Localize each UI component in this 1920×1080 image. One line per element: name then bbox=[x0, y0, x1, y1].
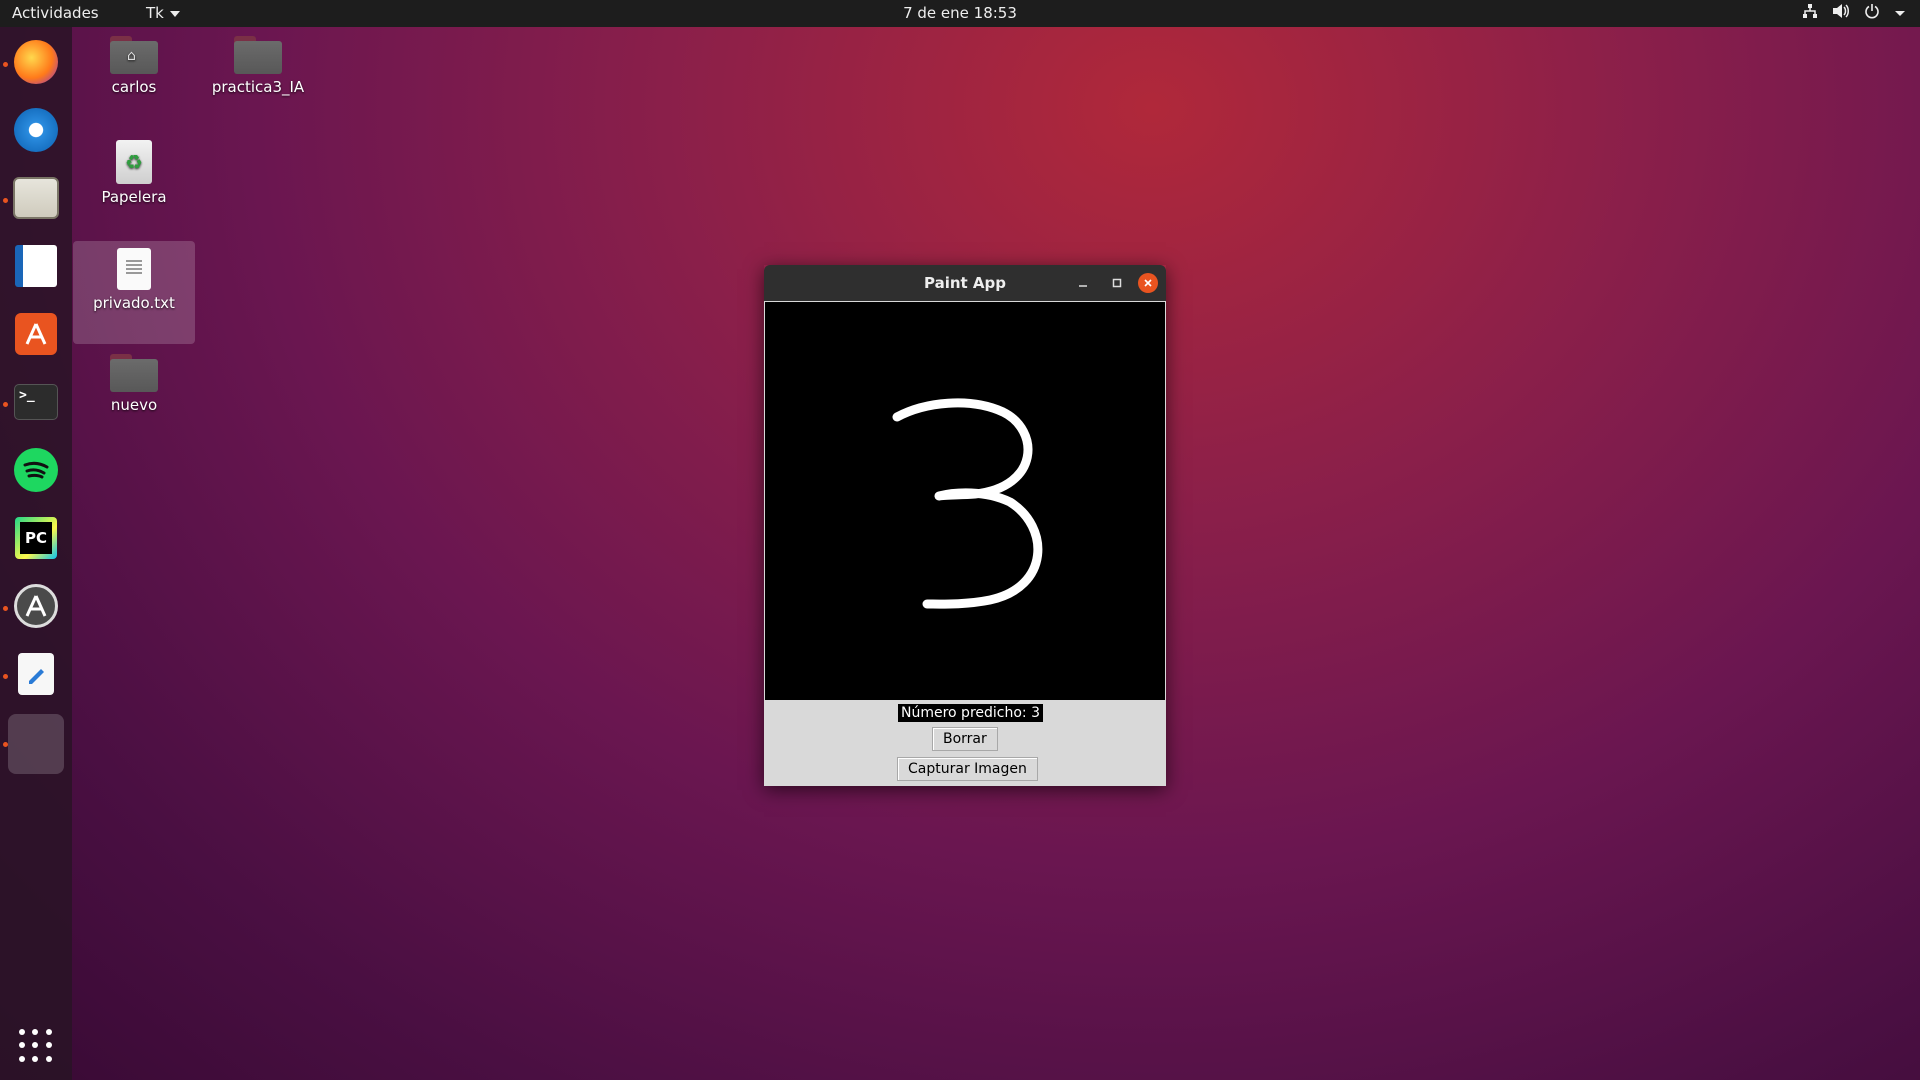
trash-icon: ♻ bbox=[116, 140, 152, 184]
minimize-button[interactable] bbox=[1073, 273, 1093, 293]
running-indicator bbox=[3, 402, 8, 407]
maximize-button[interactable] bbox=[1107, 273, 1127, 293]
desktop-icon-practica3[interactable]: practica3_IA bbox=[198, 36, 318, 96]
dock-writer[interactable] bbox=[8, 238, 64, 294]
close-icon bbox=[1144, 279, 1152, 287]
desktop-icon-privado[interactable]: privado.txt bbox=[74, 248, 194, 312]
text-file-icon bbox=[117, 248, 151, 290]
paint-app-window: Paint App Número predicho: 3 Borrar Capt… bbox=[764, 265, 1166, 786]
desktop-icon-label: carlos bbox=[111, 78, 157, 96]
chevron-down-icon bbox=[1894, 4, 1906, 22]
dock-updater[interactable] bbox=[8, 578, 64, 634]
text-editor-icon bbox=[18, 653, 54, 695]
system-tray[interactable] bbox=[1802, 3, 1906, 23]
running-indicator bbox=[3, 198, 8, 203]
files-icon bbox=[13, 177, 59, 219]
volume-icon bbox=[1832, 3, 1850, 23]
desktop-icon-nuevo[interactable]: nuevo bbox=[74, 354, 194, 414]
folder-icon bbox=[110, 354, 158, 392]
drawing-canvas[interactable] bbox=[764, 301, 1166, 701]
app-menu-label: Tk bbox=[146, 4, 164, 22]
handwritten-digit-drawing bbox=[892, 398, 1043, 609]
chevron-down-icon bbox=[169, 10, 180, 17]
dock-thunderbird[interactable] bbox=[8, 102, 64, 158]
writer-icon bbox=[15, 245, 57, 287]
software-icon bbox=[15, 313, 57, 355]
tk-app-icon bbox=[14, 722, 58, 766]
desktop-icon-label: Papelera bbox=[101, 188, 167, 206]
home-folder-icon: ⌂ bbox=[110, 36, 158, 74]
running-indicator bbox=[3, 62, 8, 67]
thunderbird-icon bbox=[14, 108, 58, 152]
spotify-icon bbox=[14, 448, 58, 492]
updater-icon bbox=[14, 584, 58, 628]
terminal-icon: >_ bbox=[14, 384, 58, 420]
dock: >_ PC bbox=[0, 27, 72, 1080]
app-menu[interactable]: Tk bbox=[146, 4, 180, 22]
maximize-icon bbox=[1112, 278, 1122, 288]
dock-spotify[interactable] bbox=[8, 442, 64, 498]
window-title: Paint App bbox=[923, 274, 1006, 292]
dock-pycharm[interactable]: PC bbox=[8, 510, 64, 566]
control-panel: Número predicho: 3 Borrar Capturar Image… bbox=[764, 701, 1166, 786]
folder-icon bbox=[234, 36, 282, 74]
dock-text-editor[interactable] bbox=[8, 646, 64, 702]
running-indicator bbox=[3, 742, 8, 747]
desktop-icon-label: practica3_IA bbox=[211, 78, 305, 96]
running-indicator bbox=[3, 674, 8, 679]
dock-terminal[interactable]: >_ bbox=[8, 374, 64, 430]
show-applications-icon[interactable] bbox=[19, 1029, 53, 1063]
firefox-icon bbox=[14, 40, 58, 84]
dock-tk-app[interactable] bbox=[8, 714, 64, 774]
minimize-icon bbox=[1079, 285, 1087, 287]
terminal-glyph: >_ bbox=[19, 388, 35, 403]
desktop-icon-papelera[interactable]: ♻ Papelera bbox=[74, 140, 194, 206]
activities-button[interactable]: Actividades bbox=[12, 4, 99, 22]
desktop-icon-label: privado.txt bbox=[93, 294, 175, 312]
top-bar: Actividades Tk 7 de ene 18:53 bbox=[0, 0, 1920, 27]
dock-firefox[interactable] bbox=[8, 34, 64, 90]
window-titlebar[interactable]: Paint App bbox=[764, 265, 1166, 301]
desktop-icon-carlos[interactable]: ⌂ carlos bbox=[74, 36, 194, 96]
dock-software[interactable] bbox=[8, 306, 64, 362]
power-icon bbox=[1864, 3, 1880, 23]
capture-image-button[interactable]: Capturar Imagen bbox=[897, 757, 1038, 781]
pycharm-glyph: PC bbox=[20, 522, 52, 554]
prediction-label: Número predicho: 3 bbox=[898, 704, 1043, 722]
close-button[interactable] bbox=[1138, 273, 1158, 293]
clear-button[interactable]: Borrar bbox=[932, 727, 998, 751]
network-icon bbox=[1802, 3, 1818, 23]
running-indicator bbox=[3, 606, 8, 611]
dock-files[interactable] bbox=[8, 170, 64, 226]
pycharm-icon: PC bbox=[15, 517, 57, 559]
clock[interactable]: 7 de ene 18:53 bbox=[903, 4, 1017, 22]
desktop-icon-label: nuevo bbox=[110, 396, 158, 414]
